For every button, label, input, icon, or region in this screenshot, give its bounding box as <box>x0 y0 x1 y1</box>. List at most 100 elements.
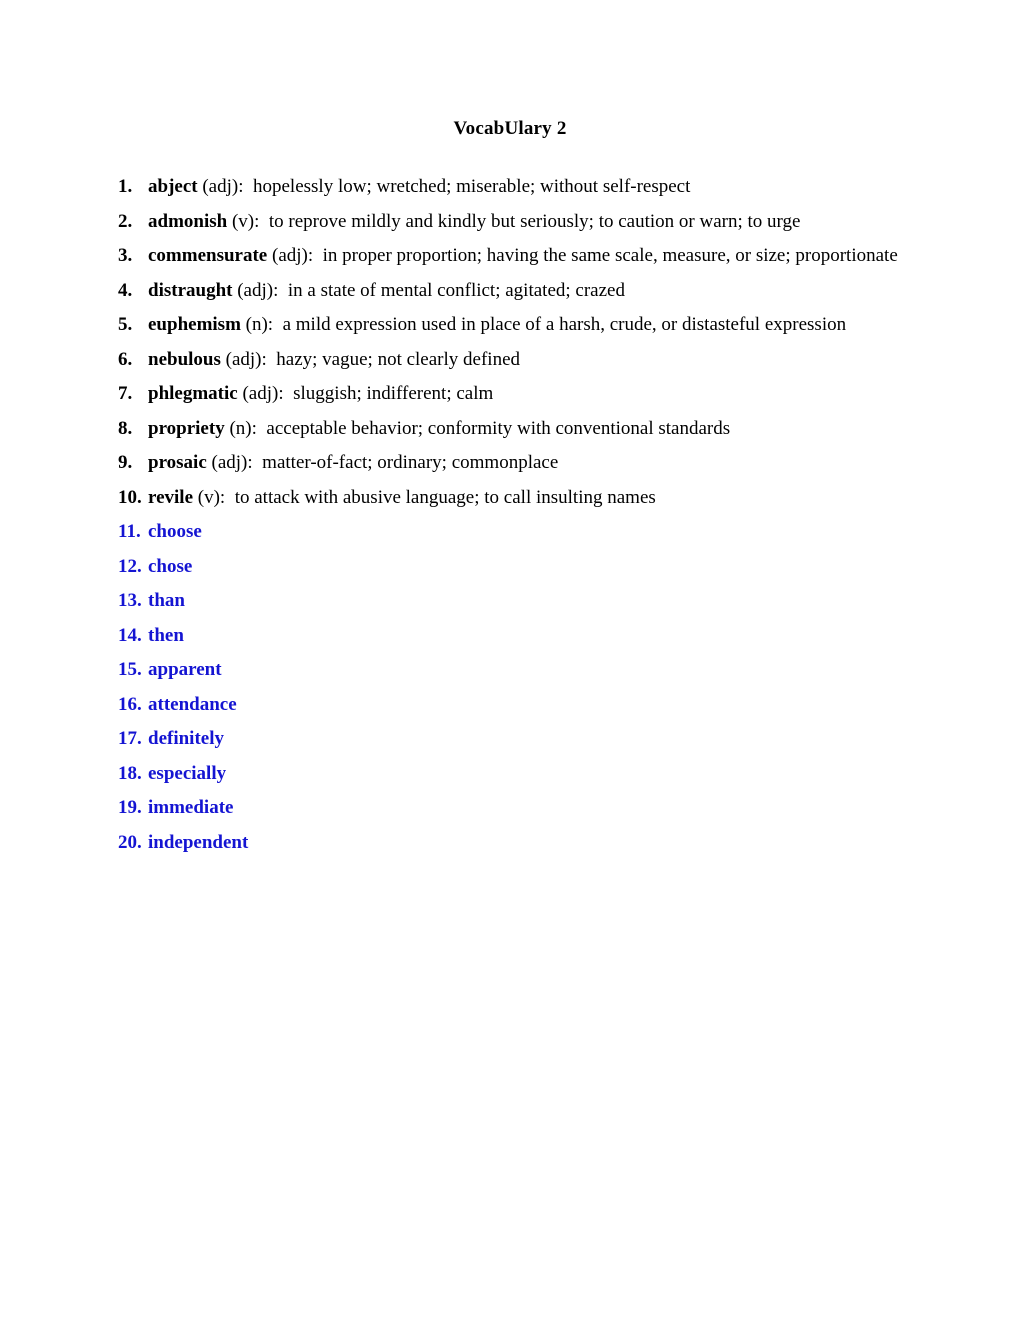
vocab-item: 18. especially <box>118 757 908 792</box>
vocab-item: 11. choose <box>118 515 908 550</box>
vocab-part-of-speech: (adj): <box>242 383 284 404</box>
vocab-item-number: 9. <box>118 452 133 473</box>
vocab-item-number: 10. <box>118 486 142 508</box>
vocab-item-body: choose <box>148 515 908 550</box>
vocab-item-number: 11. <box>118 521 141 542</box>
vocab-item-number: 3. <box>118 245 133 266</box>
document-page: VocabUlary 2 1. abject (adj): hopelessly … <box>0 0 1020 1320</box>
vocab-part-of-speech: (n): <box>245 314 274 335</box>
vocab-item-body: commensurate (adj): in proper proportion… <box>148 239 908 274</box>
vocab-item: 4. distraught (adj): in a state of mental… <box>118 274 908 309</box>
vocab-item: 3. commensurate (adj): in proper proporti… <box>118 239 908 274</box>
vocab-item-number: 15. <box>118 659 142 680</box>
vocab-part-of-speech: (adj): <box>225 348 267 370</box>
vocab-item-number: 20. <box>118 831 142 853</box>
vocab-part-of-speech: (adj): <box>202 176 244 197</box>
vocab-term: prosaic <box>148 452 207 473</box>
vocab-term: admonish <box>148 210 228 232</box>
vocab-item-body: admonish (v): to reprove mildly and kind… <box>148 205 908 240</box>
vocab-term: then <box>148 624 184 646</box>
vocab-item-number: 19. <box>118 797 142 818</box>
vocab-item: 6. nebulous (adj): hazy; vague; not clear… <box>118 343 908 378</box>
vocab-item-number: 16. <box>118 693 142 715</box>
vocab-part-of-speech: (adj): <box>272 245 314 266</box>
vocab-definition: hazy; vague; not clearly defined <box>276 348 521 370</box>
vocab-item-body: then <box>148 619 908 654</box>
vocab-item-number: 1. <box>118 176 133 197</box>
vocab-item-body: than <box>148 584 908 619</box>
vocab-definition: hopelessly low; wretched; miserable; wit… <box>253 176 691 197</box>
vocab-item-body: apparent <box>148 653 908 688</box>
vocab-term: nebulous <box>148 348 221 370</box>
vocab-item: 5. euphemism (n): a mild expression used … <box>118 308 908 343</box>
vocab-item-body: definitely <box>148 722 908 757</box>
vocab-item-number: 14. <box>118 624 142 646</box>
vocab-item-number: 4. <box>118 279 133 301</box>
vocab-item: 13. than <box>118 584 908 619</box>
vocab-item-number: 8. <box>118 417 133 439</box>
vocab-item-number: 5. <box>118 314 133 335</box>
vocab-item: 2. admonish (v): to reprove mildly and ki… <box>118 205 908 240</box>
vocab-definition: acceptable behavior; conformity with con… <box>266 417 731 439</box>
vocab-item-body: attendance <box>148 688 908 723</box>
vocab-term: euphemism <box>148 314 241 335</box>
vocab-definition: matter-of-fact; ordinary; commonplace <box>262 452 559 473</box>
vocab-term: chose <box>148 555 193 577</box>
vocab-part-of-speech: (adj): <box>237 279 279 301</box>
vocab-part-of-speech: (n): <box>229 417 257 439</box>
vocab-item-body: propriety (n): acceptable behavior; conf… <box>148 412 908 447</box>
vocab-definition: in proper proportion; having the same sc… <box>322 245 898 266</box>
vocab-term: distraught <box>148 279 233 301</box>
vocab-item: 20. independent <box>118 826 908 861</box>
vocab-term: immediate <box>148 797 234 818</box>
vocab-item-body: euphemism (n): a mild expression used in… <box>148 308 908 343</box>
vocab-item: 7. phlegmatic (adj): sluggish; indifferen… <box>118 377 908 412</box>
vocab-item-body: especially <box>148 757 908 792</box>
vocab-item: 1. abject (adj): hopelessly low; wretched… <box>118 170 908 205</box>
vocab-item-body: immediate <box>148 791 908 826</box>
vocab-item-number: 7. <box>118 383 133 404</box>
vocab-item-body: nebulous (adj): hazy; vague; not clearly… <box>148 343 908 378</box>
vocab-item-body: chose <box>148 550 908 585</box>
vocab-item: 14. then <box>118 619 908 654</box>
vocab-term: than <box>148 590 185 611</box>
vocab-term: choose <box>148 521 202 542</box>
vocab-item-body: independent <box>148 826 908 861</box>
vocab-term: apparent <box>148 659 222 680</box>
vocab-term: revile <box>148 486 194 508</box>
vocab-term: definitely <box>148 728 224 749</box>
vocab-item: 9. prosaic (adj): matter-of-fact; ordinar… <box>118 446 908 481</box>
vocab-definition: to reprove mildly and kindly but serious… <box>268 210 801 232</box>
vocab-item-number: 6. <box>118 348 133 370</box>
vocab-item: 15. apparent <box>118 653 908 688</box>
vocab-term: attendance <box>148 693 237 715</box>
vocab-definition: sluggish; indifferent; calm <box>293 383 494 404</box>
vocab-term: commensurate <box>148 245 268 266</box>
vocab-item-number: 17. <box>118 728 142 749</box>
vocab-part-of-speech: (v): <box>197 486 226 508</box>
vocab-item: 19. immediate <box>118 791 908 826</box>
vocab-item: 8. propriety (n): acceptable behavior; co… <box>118 412 908 447</box>
vocab-item-number: 13. <box>118 590 142 611</box>
vocab-item-number: 2. <box>118 210 133 232</box>
vocab-term: propriety <box>148 417 225 439</box>
vocab-term: especially <box>148 762 227 784</box>
vocab-term: independent <box>148 831 249 853</box>
vocab-item-body: revile (v): to attack with abusive langu… <box>148 481 908 516</box>
vocab-item: 16. attendance <box>118 688 908 723</box>
vocab-definition: to attack with abusive language; to call… <box>234 486 656 508</box>
vocab-definition: a mild expression used in place of a har… <box>282 314 847 335</box>
vocab-part-of-speech: (adj): <box>211 452 253 473</box>
vocab-item: 12. chose <box>118 550 908 585</box>
vocabulary-list: 1. abject (adj): hopelessly low; wretched… <box>118 170 908 860</box>
